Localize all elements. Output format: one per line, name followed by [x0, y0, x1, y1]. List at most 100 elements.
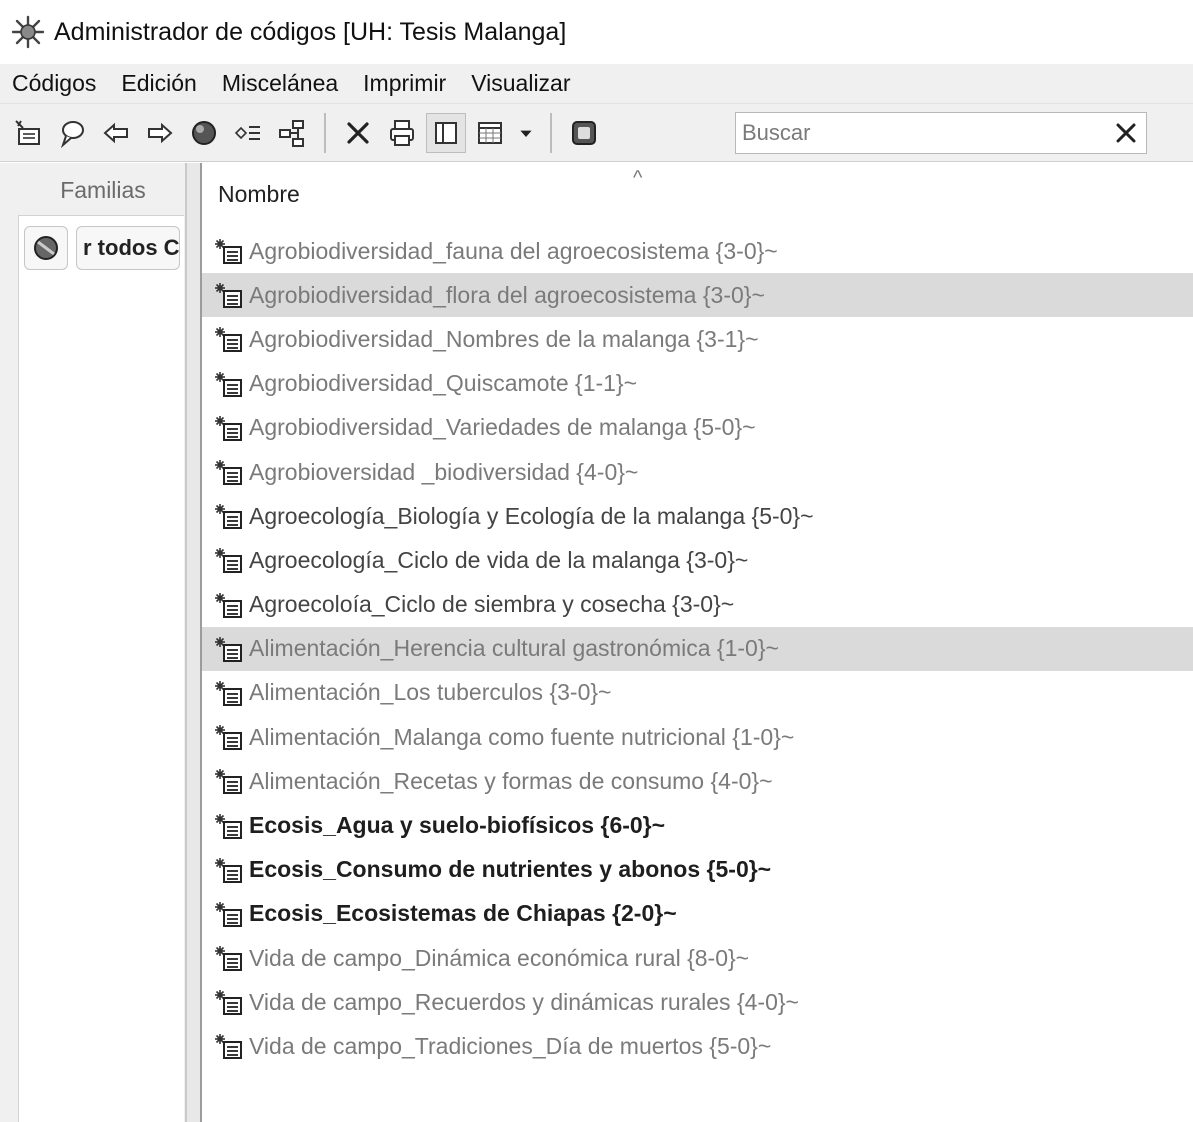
- new-code-icon: [15, 119, 40, 145]
- delete-icon: [347, 121, 369, 144]
- code-label: Agroecología_Ciclo de vida de la malanga…: [249, 546, 749, 573]
- comment-button[interactable]: [52, 113, 92, 153]
- code-row[interactable]: Ecosis_Ecosistemas de Chiapas {2-0}~: [202, 892, 1193, 936]
- window-title: Administrador de códigos [UH: Tesis Mala…: [54, 17, 567, 46]
- code-icon: [214, 590, 244, 620]
- search-clear-button[interactable]: [1106, 113, 1146, 153]
- code-label: Vida de campo_Recuerdos y dinámicas rura…: [249, 988, 799, 1015]
- families-pane: Familias r todos C: [0, 163, 186, 1122]
- code-label: Agrobiodiversidad_fauna del agroecosiste…: [249, 237, 778, 264]
- circle-icon: [192, 120, 216, 145]
- code-row[interactable]: Vida de campo_Recuerdos y dinámicas rura…: [202, 980, 1193, 1024]
- code-row[interactable]: Agrobiodiversidad_Nombres de la malanga …: [202, 317, 1193, 361]
- code-icon: [214, 457, 244, 487]
- code-icon: [214, 678, 244, 708]
- network-icon: [279, 119, 304, 147]
- code-label: Agrobioversidad _biodiversidad {4-0}~: [249, 458, 639, 485]
- frame-button[interactable]: [564, 113, 604, 153]
- code-label: Alimentación_Recetas y formas de consumo…: [249, 767, 773, 794]
- code-icon: [214, 545, 244, 575]
- code-label: Ecosis_Consumo de nutrientes y abonos {5…: [249, 856, 772, 883]
- arrow-right-icon: [148, 122, 173, 143]
- code-row[interactable]: Alimentación_Los tuberculos {3-0}~: [202, 671, 1193, 715]
- delete-button[interactable]: [338, 113, 378, 153]
- pane-splitter[interactable]: [186, 163, 202, 1122]
- code-label: Agrobiodiversidad_Nombres de la malanga …: [249, 325, 759, 352]
- column-header-nombre[interactable]: Nombre ^: [202, 163, 1193, 225]
- code-label: Agrobiodiversidad_Variedades de malanga …: [249, 414, 756, 441]
- grid-view-button[interactable]: [470, 113, 510, 153]
- sort-ascending-icon: ^: [633, 167, 643, 189]
- code-icon: [214, 811, 244, 841]
- code-icon: [214, 1031, 244, 1061]
- split-view-icon: [435, 121, 457, 144]
- code-icon: [214, 899, 244, 929]
- menu-imprimir[interactable]: Imprimir: [363, 70, 446, 97]
- menu-visualizar[interactable]: Visualizar: [471, 70, 570, 97]
- code-row[interactable]: Agrobiodiversidad_fauna del agroecosiste…: [202, 229, 1193, 273]
- code-row[interactable]: Alimentación_Malanga como fuente nutrici…: [202, 715, 1193, 759]
- families-list-area: [18, 215, 184, 1122]
- code-icon: [214, 987, 244, 1017]
- print-button[interactable]: [382, 113, 422, 153]
- menu-bar: Códigos Edición Miscelánea Imprimir Visu…: [0, 64, 1193, 104]
- menu-miscelanea[interactable]: Miscelánea: [222, 70, 338, 97]
- family-filter-button[interactable]: [24, 226, 68, 270]
- comment-icon: [60, 120, 84, 148]
- code-label: Agrobiodiversidad_Quiscamote {1-1}~: [249, 370, 638, 397]
- code-row[interactable]: Alimentación_Recetas y formas de consumo…: [202, 759, 1193, 803]
- code-row[interactable]: Agrobiodiversidad_flora del agroecosiste…: [202, 273, 1193, 318]
- code-icon: [214, 280, 244, 310]
- toolbar-separator: [550, 112, 552, 153]
- codes-rows: Agrobiodiversidad_fauna del agroecosiste…: [202, 229, 1193, 1069]
- code-icon: [214, 634, 244, 664]
- dropdown-icon: [520, 130, 532, 137]
- code-row[interactable]: Vida de campo_Dinámica económica rural {…: [202, 936, 1193, 980]
- toolbar: [0, 104, 1193, 162]
- code-row[interactable]: Vida de campo_Tradiciones_Día de muertos…: [202, 1024, 1193, 1068]
- code-icon: [214, 766, 244, 796]
- column-header-label: Nombre: [218, 180, 300, 207]
- code-row[interactable]: Agroecoloía_Ciclo de siembra y cosecha {…: [202, 583, 1193, 627]
- code-label: Alimentación_Herencia cultural gastronóm…: [249, 635, 779, 662]
- code-label: Alimentación_Malanga como fuente nutrici…: [249, 723, 795, 750]
- network-button[interactable]: [272, 113, 312, 153]
- menu-edicion[interactable]: Edición: [121, 70, 196, 97]
- search-input[interactable]: [742, 120, 1106, 146]
- new-code-button[interactable]: [8, 113, 48, 153]
- code-icon: [214, 324, 244, 354]
- code-label: Agroecología_Biología y Ecología de la m…: [249, 502, 814, 529]
- code-row[interactable]: Agrobiodiversidad_Quiscamote {1-1}~: [202, 362, 1193, 406]
- code-row[interactable]: Agroecología_Biología y Ecología de la m…: [202, 494, 1193, 538]
- menu-codigos[interactable]: Códigos: [12, 70, 96, 97]
- code-icon: [214, 943, 244, 973]
- toolbar-separator: [324, 112, 326, 153]
- search-box: [735, 112, 1147, 154]
- family-icon: [34, 236, 58, 260]
- code-icon: [214, 855, 244, 885]
- back-button[interactable]: [96, 113, 136, 153]
- code-label: Vida de campo_Dinámica económica rural {…: [249, 944, 750, 971]
- codes-list: Nombre ^ Agrobiodiversidad_fauna del agr…: [202, 163, 1193, 1122]
- code-row[interactable]: Agrobioversidad _biodiversidad {4-0}~: [202, 450, 1193, 494]
- code-icon: [214, 722, 244, 752]
- forward-button[interactable]: [140, 113, 180, 153]
- code-row[interactable]: Ecosis_Consumo de nutrientes y abonos {5…: [202, 848, 1193, 892]
- code-label: Agroecoloía_Ciclo de siembra y cosecha {…: [249, 591, 735, 618]
- code-list-icon: [234, 125, 260, 140]
- print-icon: [390, 119, 414, 146]
- code-label: Alimentación_Los tuberculos {3-0}~: [249, 679, 612, 706]
- circle-button[interactable]: [184, 113, 224, 153]
- code-row[interactable]: Ecosis_Agua y suelo-biofísicos {6-0}~: [202, 803, 1193, 847]
- code-row[interactable]: Agroecología_Ciclo de vida de la malanga…: [202, 538, 1193, 582]
- code-icon: [214, 501, 244, 531]
- split-view-button[interactable]: [426, 112, 466, 153]
- code-icon: [214, 236, 244, 266]
- code-row[interactable]: Alimentación_Herencia cultural gastronóm…: [202, 626, 1193, 671]
- code-row[interactable]: Agrobiodiversidad_Variedades de malanga …: [202, 406, 1193, 450]
- gear-bugs-icon: [11, 15, 45, 49]
- family-filter-chip[interactable]: r todos C: [76, 226, 180, 270]
- view-dropdown-button[interactable]: [514, 113, 538, 153]
- frame-icon: [572, 120, 596, 145]
- code-list-button[interactable]: [228, 113, 268, 153]
